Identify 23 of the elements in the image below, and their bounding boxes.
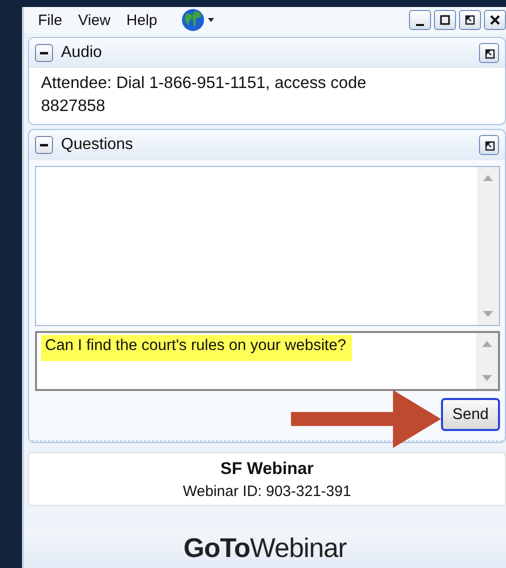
webinar-id: Webinar ID: 903-321-391: [182, 483, 352, 500]
collapse-toggle[interactable]: [35, 136, 53, 154]
menu-item[interactable]: View: [78, 12, 110, 28]
maximize-icon: [437, 12, 453, 28]
pop-out-button[interactable]: [479, 135, 499, 155]
question-input-field[interactable]: Can I find the court's rules on your website?: [35, 331, 500, 391]
panel-title: Questions: [61, 136, 134, 154]
restore-button[interactable]: [459, 10, 481, 30]
close-button[interactable]: [484, 10, 506, 30]
panel-title: Audio: [61, 44, 102, 62]
pop-out-button[interactable]: [479, 43, 499, 63]
minimize-button[interactable]: [409, 10, 431, 30]
send-button[interactable]: Send: [441, 398, 500, 431]
globe-icon[interactable]: [181, 8, 216, 32]
menu-item[interactable]: File: [38, 12, 62, 28]
logo: GoToWebinar: [183, 533, 347, 564]
webinar-name: SF Webinar: [220, 459, 314, 479]
question-text: Can I find the court's rules on your website?: [41, 335, 352, 361]
menu-item[interactable]: Help: [126, 12, 158, 28]
maximize-button[interactable]: [434, 10, 456, 30]
collapse-toggle[interactable]: [35, 44, 53, 62]
minimize-icon: [416, 24, 424, 26]
dial-in-text: Attendee: Dial 1-866-951-1151, access code 8827858: [41, 73, 368, 117]
